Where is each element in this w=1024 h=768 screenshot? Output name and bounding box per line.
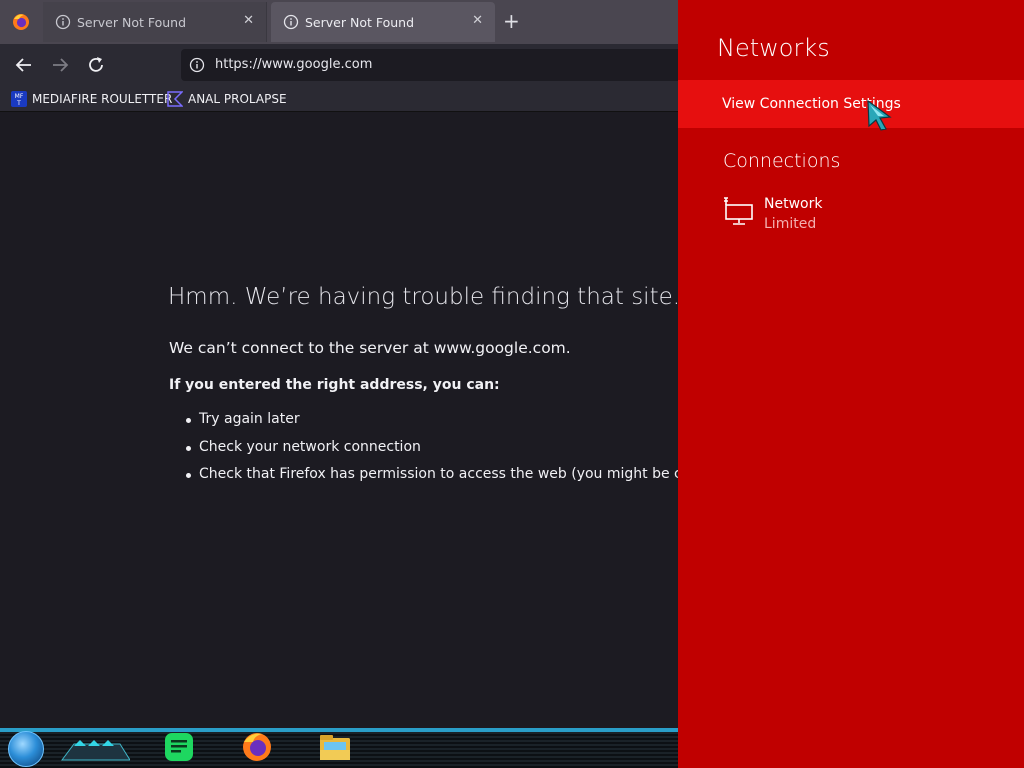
- tab-title: Server Not Found: [305, 15, 415, 30]
- tab-title: Server Not Found: [77, 15, 187, 30]
- address-bar[interactable]: https://www.google.com: [181, 49, 678, 81]
- networks-title: Networks: [717, 34, 830, 62]
- connection-name: Network: [764, 196, 823, 212]
- wired-network-icon: [724, 197, 753, 225]
- error-subtitle: We can’t connect to the server at www.go…: [169, 339, 571, 357]
- bookmarks-toolbar: MF T MEDIAFIRE ROULETTER ANAL PROLAPSE: [0, 86, 678, 112]
- tab-bar: Server Not Found ✕ Server Not Found ✕ +: [0, 0, 678, 44]
- bookmark-label: MEDIAFIRE ROULETTER: [32, 92, 173, 106]
- taskbar-decoration-icon: [61, 740, 130, 761]
- mediafire-icon: MF T: [11, 91, 27, 107]
- error-page: Hmm. We’re having trouble finding that s…: [0, 112, 678, 728]
- close-tab-icon[interactable]: ✕: [243, 13, 254, 28]
- error-title: Hmm. We’re having trouble finding that s…: [168, 284, 678, 310]
- file-explorer-icon[interactable]: [318, 731, 352, 763]
- bookmark-label: ANAL PROLAPSE: [188, 92, 287, 106]
- error-lead: If you entered the right address, you ca…: [169, 377, 500, 393]
- mouse-cursor-icon: [867, 99, 892, 131]
- bookmark-triangle-icon: [167, 91, 183, 107]
- tab-server-not-found-2[interactable]: Server Not Found ✕: [271, 2, 495, 42]
- firefox-taskbar-icon[interactable]: [240, 731, 274, 763]
- url-text[interactable]: https://www.google.com: [215, 57, 372, 72]
- view-connection-settings-button[interactable]: View Connection Settings: [678, 80, 1024, 128]
- forward-arrow-icon[interactable]: [49, 54, 71, 76]
- browser-window: Server Not Found ✕ Server Not Found ✕ +: [0, 0, 678, 728]
- networks-flyout: Networks View Connection Settings Connec…: [678, 0, 1024, 768]
- connection-status: Limited: [764, 216, 817, 232]
- firefox-icon[interactable]: [12, 13, 30, 31]
- close-tab-icon[interactable]: ✕: [472, 13, 483, 28]
- network-connection-item[interactable]: Network Limited: [722, 194, 982, 238]
- site-info-icon[interactable]: [189, 57, 205, 73]
- info-icon: [55, 14, 71, 30]
- back-arrow-icon[interactable]: [13, 54, 35, 76]
- list-item: Try again later: [184, 411, 678, 439]
- list-item: Check your network connection: [184, 439, 678, 467]
- start-button[interactable]: [8, 731, 44, 767]
- nav-bar: https://www.google.com: [0, 44, 678, 86]
- reload-icon[interactable]: [85, 54, 107, 76]
- new-tab-button[interactable]: +: [503, 9, 520, 33]
- suggestion-list: Try again later Check your network conne…: [184, 411, 678, 494]
- tab-server-not-found-1[interactable]: Server Not Found ✕: [43, 2, 267, 42]
- list-item: Check that Firefox has permission to acc…: [184, 466, 678, 494]
- svg-text:T: T: [16, 100, 21, 107]
- info-icon: [283, 14, 299, 30]
- connections-heading: Connections: [723, 150, 841, 172]
- svg-text:MF: MF: [15, 93, 24, 100]
- notes-app-icon[interactable]: [162, 731, 196, 763]
